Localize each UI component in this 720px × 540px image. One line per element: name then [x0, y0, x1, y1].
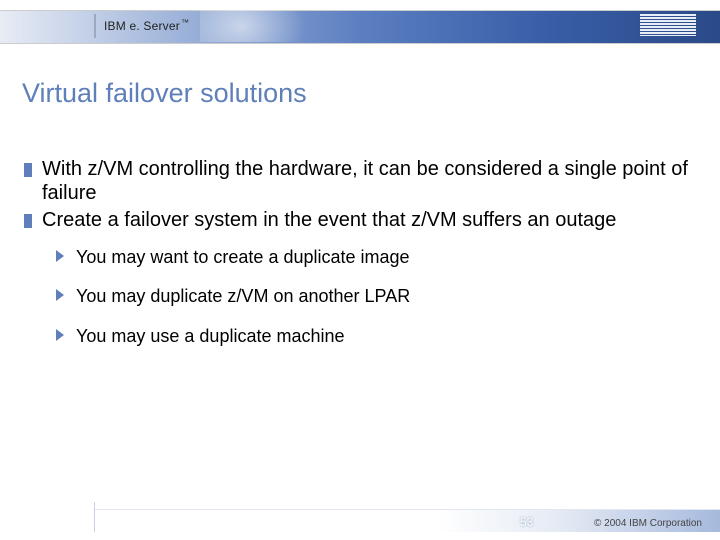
- bullet-text: You may duplicate z/VM on another LPAR: [76, 286, 410, 306]
- brand-name: IBM e. Server: [104, 19, 180, 33]
- slide: IBM e. Server™ Virtual failover solution…: [0, 0, 720, 540]
- bullet-level2: You may duplicate z/VM on another LPAR: [54, 286, 692, 308]
- slide-title: Virtual failover solutions: [22, 78, 307, 109]
- triangle-bullet-icon: [56, 329, 64, 341]
- bullet-text: You may use a duplicate machine: [76, 326, 345, 346]
- square-bullet-icon: [24, 163, 32, 177]
- brand-text: IBM e. Server™: [104, 18, 189, 33]
- sub-bullet-list: You may want to create a duplicate image…: [22, 247, 692, 348]
- ibm-logo: [640, 14, 696, 36]
- footer-divider: [94, 502, 95, 532]
- header-divider: [94, 14, 96, 38]
- trademark-symbol: ™: [181, 18, 189, 27]
- bullet-text: With z/VM controlling the hardware, it c…: [42, 158, 688, 204]
- triangle-bullet-icon: [56, 250, 64, 262]
- triangle-bullet-icon: [56, 289, 64, 301]
- bullet-level2: You may use a duplicate machine: [54, 326, 692, 348]
- bullet-level1: Create a failover system in the event th…: [22, 209, 692, 233]
- bullet-text: Create a failover system in the event th…: [42, 209, 616, 231]
- bullet-level1: With z/VM controlling the hardware, it c…: [22, 158, 692, 205]
- bullet-level2: You may want to create a duplicate image: [54, 247, 692, 269]
- slide-body: With z/VM controlling the hardware, it c…: [22, 158, 692, 366]
- page-number: 53: [520, 515, 533, 529]
- copyright-text: © 2004 IBM Corporation: [594, 518, 702, 529]
- bullet-text: You may want to create a duplicate image: [76, 247, 410, 267]
- square-bullet-icon: [24, 214, 32, 228]
